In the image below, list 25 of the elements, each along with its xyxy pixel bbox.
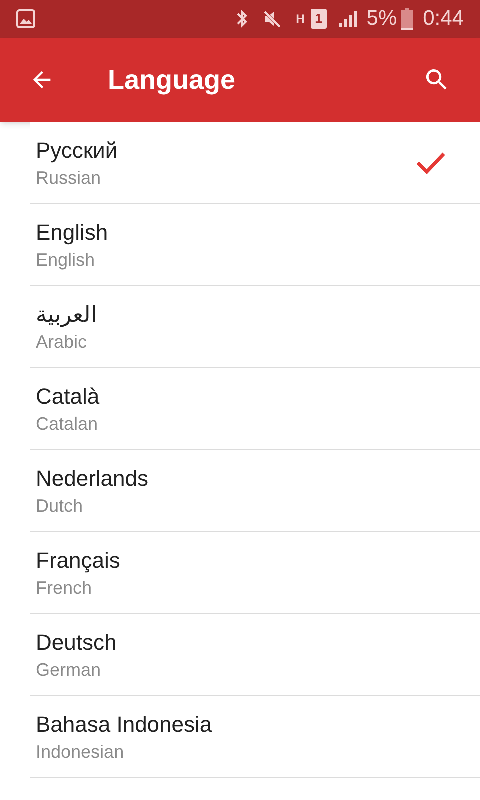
sim-indicator: 1 — [310, 9, 327, 29]
language-name: English — [36, 218, 108, 247]
language-english-name: French — [36, 576, 92, 600]
language-name: Català — [36, 382, 100, 410]
language-english-name: Catalan — [36, 412, 98, 436]
language-english-name: Arabic — [36, 330, 88, 354]
muted-icon — [262, 9, 282, 29]
network-type: H — [296, 13, 305, 25]
language-english-name: German — [36, 658, 102, 682]
signal-icon — [336, 9, 357, 29]
language-english-name: Indonesian — [36, 740, 124, 764]
language-name: Deutsch — [36, 628, 117, 656]
language-name: Nederlands — [36, 464, 149, 492]
language-name: Français — [36, 546, 120, 575]
language-english-name: Dutch — [36, 494, 84, 518]
language-english-name: English — [36, 248, 96, 272]
clock: 0:44 — [423, 6, 464, 32]
battery-level: 5% — [366, 6, 398, 32]
battery-icon — [401, 8, 414, 30]
image-icon — [16, 9, 36, 29]
language-name: العربية — [36, 300, 97, 330]
language-english-name: Russian — [36, 166, 102, 190]
language-name: Bahasa Indonesia — [36, 710, 212, 738]
screen-title: Language — [108, 64, 237, 97]
language-name: Русский — [36, 136, 118, 165]
